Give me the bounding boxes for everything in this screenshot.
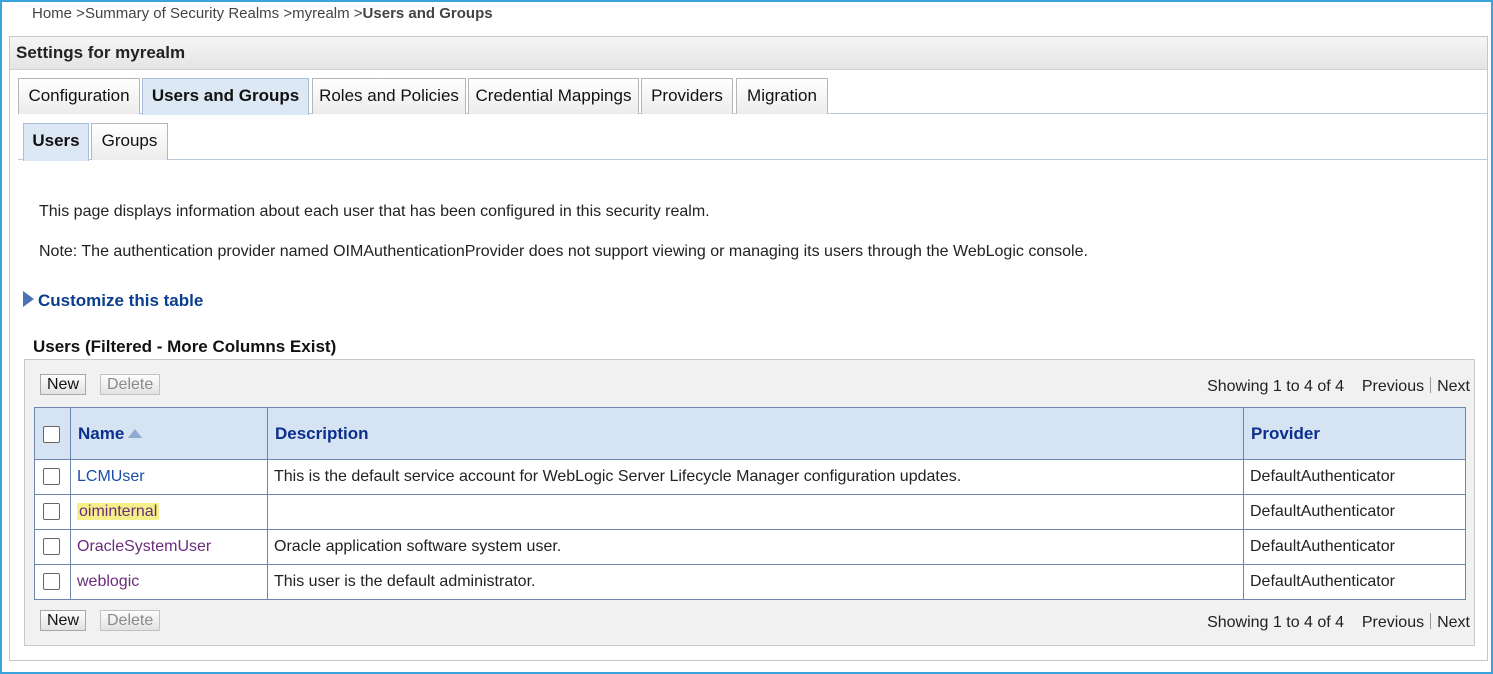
tab-providers[interactable]: Providers xyxy=(641,78,733,114)
row-select-cell xyxy=(34,459,71,495)
breadcrumb-security-realms[interactable]: Summary of Security Realms > xyxy=(85,5,292,22)
select-all-checkbox[interactable] xyxy=(43,425,60,443)
page-title: Settings for myrealm xyxy=(10,37,1487,70)
next-link[interactable]: Next xyxy=(1437,378,1470,395)
user-link[interactable]: LCMUser xyxy=(77,468,145,485)
user-description: This is the default service account for … xyxy=(267,459,1244,495)
user-name-cell: LCMUser xyxy=(70,459,268,495)
sub-tabs: Users Groups xyxy=(18,121,1487,161)
customize-table-label: Customize this table xyxy=(38,291,204,310)
previous-link[interactable]: Previous xyxy=(1362,614,1424,631)
breadcrumb-myrealm[interactable]: myrealm > xyxy=(292,5,362,22)
pager-top: Showing 1 to 4 of 4 Previous Next xyxy=(1207,377,1470,396)
row-checkbox[interactable] xyxy=(43,538,60,556)
showing-count: Showing 1 to 4 of 4 xyxy=(1207,378,1345,395)
select-all-cell xyxy=(34,407,71,460)
row-select-cell xyxy=(34,564,71,600)
table-row: OracleSystemUser Oracle application soft… xyxy=(34,529,1466,565)
column-name-label[interactable]: Name xyxy=(78,424,124,443)
user-provider: DefaultAuthenticator xyxy=(1243,459,1466,495)
tab-users-and-groups[interactable]: Users and Groups xyxy=(142,78,309,115)
subtab-groups[interactable]: Groups xyxy=(91,123,168,160)
user-description: This user is the default administrator. xyxy=(267,564,1244,600)
user-name-cell: OracleSystemUser xyxy=(70,529,268,565)
settings-panel: Settings for myrealm Configuration Users… xyxy=(9,36,1488,661)
expand-triangle-icon xyxy=(23,291,34,307)
user-provider: DefaultAuthenticator xyxy=(1243,564,1466,600)
new-button-bottom[interactable]: New xyxy=(40,610,87,631)
delete-button-top: Delete xyxy=(100,374,161,395)
user-link-highlighted[interactable]: oiminternal xyxy=(77,503,160,520)
previous-link[interactable]: Previous xyxy=(1362,378,1424,395)
user-name-cell: weblogic xyxy=(70,564,268,600)
tab-credential-mappings[interactable]: Credential Mappings xyxy=(468,78,639,114)
tab-migration[interactable]: Migration xyxy=(736,78,828,114)
table-title: Users (Filtered - More Columns Exist) xyxy=(33,337,337,356)
pager-divider xyxy=(1430,377,1432,393)
user-description: Oracle application software system user. xyxy=(267,529,1244,565)
row-select-cell xyxy=(34,494,71,530)
row-checkbox[interactable] xyxy=(43,573,60,591)
sort-ascending-icon[interactable] xyxy=(128,428,143,438)
provider-note: Note: The authentication provider named … xyxy=(39,243,1088,260)
breadcrumb-current: Users and Groups xyxy=(362,5,493,22)
row-checkbox[interactable] xyxy=(43,468,60,486)
tab-roles-and-policies[interactable]: Roles and Policies xyxy=(312,78,466,114)
subtab-users[interactable]: Users xyxy=(23,123,89,161)
table-row: weblogic This user is the default admini… xyxy=(34,564,1466,600)
row-select-cell xyxy=(34,529,71,565)
new-button-top[interactable]: New xyxy=(40,374,87,395)
user-description xyxy=(267,494,1244,530)
intro-text: This page displays information about eac… xyxy=(39,203,710,220)
customize-table-link[interactable]: Customize this table xyxy=(23,291,203,311)
column-name[interactable]: Name xyxy=(70,407,268,460)
row-checkbox[interactable] xyxy=(43,503,60,521)
delete-button-bottom: Delete xyxy=(100,610,161,631)
table-row: LCMUser This is the default service acco… xyxy=(34,459,1466,495)
next-link[interactable]: Next xyxy=(1437,614,1470,631)
pager-bottom: Showing 1 to 4 of 4 Previous Next xyxy=(1207,613,1470,632)
user-link[interactable]: OracleSystemUser xyxy=(77,538,211,555)
user-name-cell: oiminternal xyxy=(70,494,268,530)
pager-divider xyxy=(1430,613,1432,629)
table-row: oiminternal DefaultAuthenticator xyxy=(34,494,1466,530)
breadcrumb: Home >Summary of Security Realms >myreal… xyxy=(32,5,493,22)
showing-count: Showing 1 to 4 of 4 xyxy=(1207,614,1345,631)
users-table-container: New Delete Showing 1 to 4 of 4 Previous N… xyxy=(24,359,1475,646)
column-description[interactable]: Description xyxy=(267,407,1244,460)
tab-configuration[interactable]: Configuration xyxy=(18,78,140,114)
user-provider: DefaultAuthenticator xyxy=(1243,529,1466,565)
users-table: Name Description Provider LCMUser This i… xyxy=(34,407,1466,600)
table-header-row: Name Description Provider xyxy=(34,407,1466,460)
column-provider[interactable]: Provider xyxy=(1243,407,1466,460)
main-tabs: Configuration Users and Groups Roles and… xyxy=(18,78,1487,115)
user-link[interactable]: weblogic xyxy=(77,573,139,590)
breadcrumb-home[interactable]: Home > xyxy=(32,5,85,22)
user-provider: DefaultAuthenticator xyxy=(1243,494,1466,530)
